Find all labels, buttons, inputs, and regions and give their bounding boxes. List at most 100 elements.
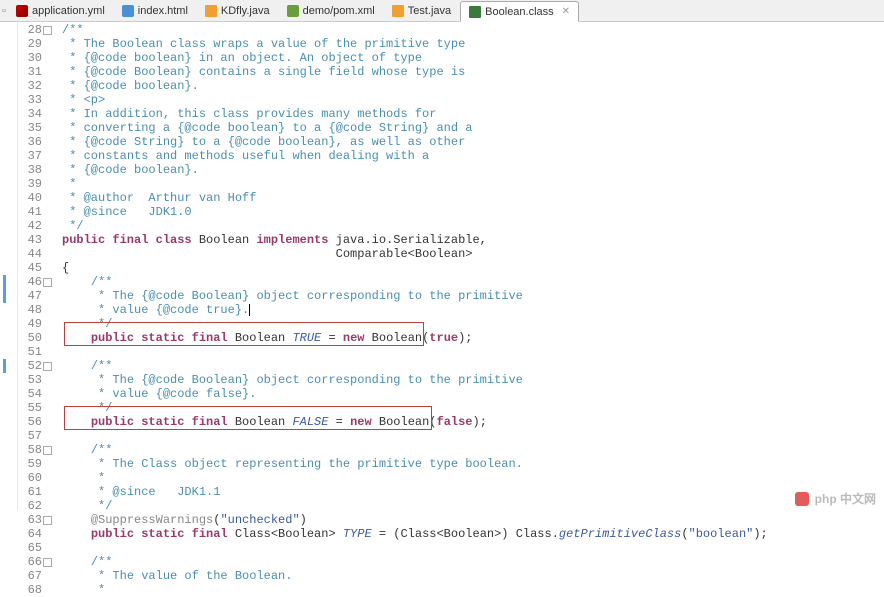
tab-demo-pom-xml[interactable]: demo/pom.xml xyxy=(279,0,384,21)
line-number[interactable]: 34 xyxy=(18,107,42,121)
code-line[interactable]: * {@code Boolean} contains a single fiel… xyxy=(62,65,884,79)
line-number[interactable]: 65 xyxy=(18,541,42,555)
code-line[interactable] xyxy=(62,541,884,555)
code-line[interactable]: @SuppressWarnings("unchecked") xyxy=(62,513,884,527)
line-number[interactable]: 29 xyxy=(18,37,42,51)
code-line[interactable]: */ xyxy=(62,219,884,233)
code-line[interactable]: { xyxy=(62,261,884,275)
html-file-icon xyxy=(122,5,134,17)
tab-boolean-class[interactable]: Boolean.class✕ xyxy=(460,1,579,22)
java-file-icon xyxy=(205,5,217,17)
code-line[interactable]: * value {@code false}. xyxy=(62,387,884,401)
line-number[interactable]: 33 xyxy=(18,93,42,107)
code-line[interactable]: /** xyxy=(62,23,884,37)
code-line[interactable]: Comparable<Boolean> xyxy=(62,247,884,261)
code-line[interactable]: public static final Boolean FALSE = new … xyxy=(62,415,884,429)
tab-label: demo/pom.xml xyxy=(303,5,375,17)
code-line[interactable]: * {@code String} to a {@code boolean}, a… xyxy=(62,135,884,149)
line-number[interactable]: 50 xyxy=(18,331,42,345)
line-number[interactable]: 63 xyxy=(18,513,42,527)
line-number[interactable]: 30 xyxy=(18,51,42,65)
code-line[interactable]: public final class Boolean implements ja… xyxy=(62,233,884,247)
code-line[interactable]: /** xyxy=(62,555,884,569)
code-line[interactable]: public static final Boolean TRUE = new B… xyxy=(62,331,884,345)
line-number[interactable]: 57 xyxy=(18,429,42,443)
line-gutter[interactable]: 2829303132333435363738394041424344454647… xyxy=(18,22,48,510)
line-number[interactable]: 42 xyxy=(18,219,42,233)
line-number[interactable]: 31 xyxy=(18,65,42,79)
code-line[interactable] xyxy=(62,345,884,359)
line-number[interactable]: 59 xyxy=(18,457,42,471)
line-number[interactable]: 39 xyxy=(18,177,42,191)
line-number[interactable]: 35 xyxy=(18,121,42,135)
line-number[interactable]: 60 xyxy=(18,471,42,485)
code-line[interactable]: * xyxy=(62,471,884,485)
line-number[interactable]: 67 xyxy=(18,569,42,583)
code-line[interactable]: * {@code boolean} in an object. An objec… xyxy=(62,51,884,65)
line-number[interactable]: 53 xyxy=(18,373,42,387)
line-number[interactable]: 45 xyxy=(18,261,42,275)
line-number[interactable]: 64 xyxy=(18,527,42,541)
line-number[interactable]: 32 xyxy=(18,79,42,93)
code-line[interactable] xyxy=(62,429,884,443)
code-line[interactable]: * @since JDK1.0 xyxy=(62,205,884,219)
line-number[interactable]: 47 xyxy=(18,289,42,303)
line-number[interactable]: 52 xyxy=(18,359,42,373)
line-number[interactable]: 51 xyxy=(18,345,42,359)
code-line[interactable]: * @since JDK1.1 xyxy=(62,485,884,499)
php-icon xyxy=(795,492,809,506)
code-line[interactable]: * The {@code Boolean} object correspondi… xyxy=(62,373,884,387)
line-number[interactable]: 28 xyxy=(18,23,42,37)
code-line[interactable]: /** xyxy=(62,359,884,373)
tab-label: Test.java xyxy=(408,5,451,17)
line-number[interactable]: 41 xyxy=(18,205,42,219)
line-number[interactable]: 44 xyxy=(18,247,42,261)
code-line[interactable]: * The value of the Boolean. xyxy=(62,569,884,583)
code-line[interactable]: * {@code boolean}. xyxy=(62,163,884,177)
code-line[interactable]: * converting a {@code boolean} to a {@co… xyxy=(62,121,884,135)
line-number[interactable]: 37 xyxy=(18,149,42,163)
line-number[interactable]: 61 xyxy=(18,485,42,499)
tab-index-html[interactable]: index.html xyxy=(114,0,197,21)
code-line[interactable]: * value {@code true}. xyxy=(62,303,884,317)
code-line[interactable]: * The Boolean class wraps a value of the… xyxy=(62,37,884,51)
line-number[interactable]: 54 xyxy=(18,387,42,401)
line-number[interactable]: 46 xyxy=(18,275,42,289)
line-number[interactable]: 68 xyxy=(18,583,42,597)
line-number[interactable]: 38 xyxy=(18,163,42,177)
code-line[interactable]: * constants and methods useful when deal… xyxy=(62,149,884,163)
line-number[interactable]: 49 xyxy=(18,317,42,331)
code-line[interactable]: * xyxy=(62,177,884,191)
code-line[interactable]: /** xyxy=(62,275,884,289)
line-number[interactable]: 58 xyxy=(18,443,42,457)
tab-application-yml[interactable]: application.yml xyxy=(8,0,114,21)
line-number[interactable]: 66 xyxy=(18,555,42,569)
code-line[interactable]: * @author Arthur van Hoff xyxy=(62,191,884,205)
tab-test-java[interactable]: Test.java xyxy=(384,0,460,21)
watermark: php 中文网 xyxy=(795,490,876,507)
code-line[interactable]: * In addition, this class provides many … xyxy=(62,107,884,121)
code-line[interactable]: public static final Class<Boolean> TYPE … xyxy=(62,527,884,541)
code-line[interactable]: * <p> xyxy=(62,93,884,107)
code-line[interactable]: * The {@code Boolean} object correspondi… xyxy=(62,289,884,303)
code-content[interactable]: /** * The Boolean class wraps a value of… xyxy=(48,22,884,510)
line-number[interactable]: 55 xyxy=(18,401,42,415)
line-number[interactable]: 48 xyxy=(18,303,42,317)
code-line[interactable]: */ xyxy=(62,317,884,331)
marker-column xyxy=(0,22,18,510)
tab-label: KDfly.java xyxy=(221,5,270,17)
close-icon[interactable]: ✕ xyxy=(562,6,570,17)
code-line[interactable]: * {@code boolean}. xyxy=(62,79,884,93)
code-line[interactable]: */ xyxy=(62,401,884,415)
code-line[interactable]: * The Class object representing the prim… xyxy=(62,457,884,471)
code-line[interactable]: * xyxy=(62,583,884,597)
java-file-icon xyxy=(392,5,404,17)
line-number[interactable]: 40 xyxy=(18,191,42,205)
line-number[interactable]: 36 xyxy=(18,135,42,149)
tab-kdfly-java[interactable]: KDfly.java xyxy=(197,0,279,21)
line-number[interactable]: 43 xyxy=(18,233,42,247)
change-marker xyxy=(3,359,6,373)
line-number[interactable]: 56 xyxy=(18,415,42,429)
change-marker xyxy=(3,275,6,303)
code-line[interactable]: /** xyxy=(62,443,884,457)
